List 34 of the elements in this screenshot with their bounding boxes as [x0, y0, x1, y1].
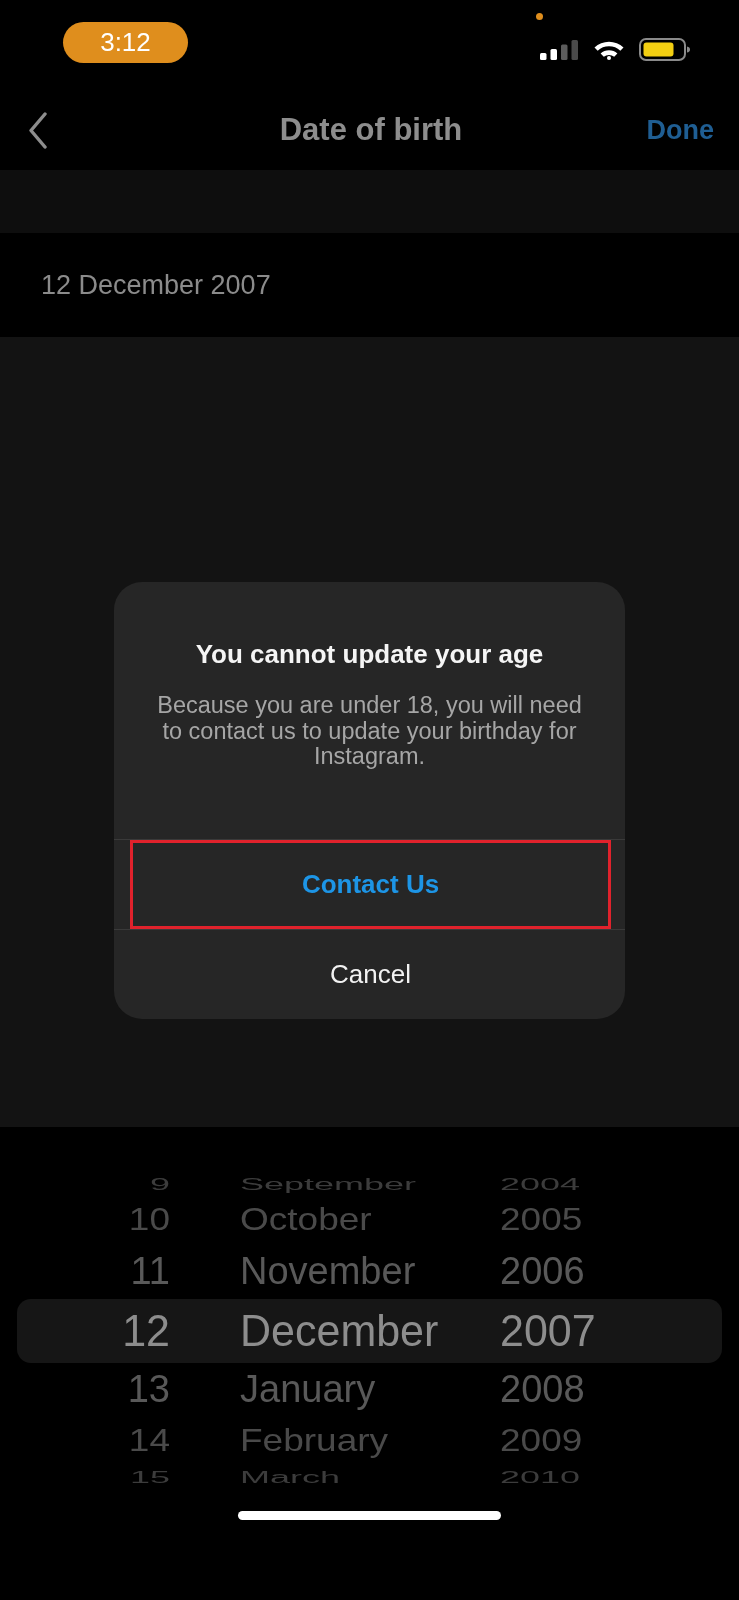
month-option[interactable]: September [240, 1175, 417, 1194]
signal-icon [540, 39, 578, 60]
dot-icon [536, 13, 543, 20]
month-option[interactable]: February [240, 1423, 389, 1460]
day-option[interactable]: 10 [128, 1202, 170, 1239]
date-field[interactable]: 12 December 2007 [0, 233, 739, 337]
year-option[interactable]: 2006 [500, 1250, 585, 1294]
year-option[interactable]: 2005 [500, 1202, 583, 1239]
day-option[interactable]: 14 [128, 1423, 170, 1460]
day-option[interactable]: 9 [149, 1175, 170, 1194]
month-option[interactable]: January [240, 1368, 376, 1412]
done-button[interactable]: Done [646, 114, 714, 146]
wifi-icon [593, 39, 625, 60]
year-option[interactable]: 2010 [500, 1468, 581, 1487]
chevron-left-icon[interactable] [28, 111, 47, 149]
battery-icon [639, 38, 690, 61]
year-option[interactable]: 2008 [500, 1368, 585, 1412]
year-option[interactable]: 2009 [500, 1423, 583, 1460]
page-title: Date of birth [279, 112, 463, 148]
year-option[interactable]: 2007 [500, 1305, 596, 1357]
day-option[interactable]: 15 [129, 1468, 170, 1487]
day-option[interactable]: 13 [127, 1368, 170, 1412]
status-time: 3:12 [63, 22, 188, 63]
dialog-title: You cannot update your age [195, 638, 544, 670]
dialog-message: Because you are under 18, you will need to contact us to update your birthday for Instagram. [156, 693, 583, 770]
month-option[interactable]: December [240, 1305, 439, 1357]
month-option[interactable]: November [240, 1250, 416, 1294]
day-option[interactable]: 12 [122, 1305, 170, 1357]
month-option[interactable]: March [240, 1468, 341, 1487]
month-option[interactable]: October [240, 1202, 372, 1239]
contact-us-button[interactable]: Contact Us [130, 839, 611, 929]
year-option[interactable]: 2004 [500, 1175, 581, 1194]
cancel-button[interactable]: Cancel [130, 929, 611, 1019]
day-option[interactable]: 11 [130, 1250, 170, 1294]
